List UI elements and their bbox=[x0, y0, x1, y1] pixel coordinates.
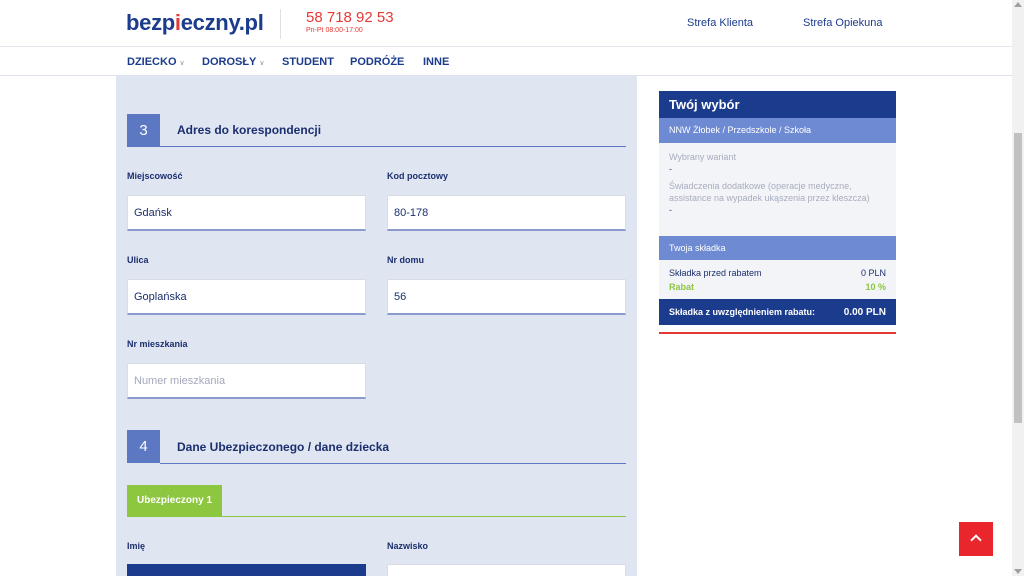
street-input[interactable] bbox=[127, 279, 366, 315]
section-title-address: Adres do korespondencji bbox=[177, 123, 322, 137]
summary-product: NNW Żłobek / Przedszkole / Szkoła bbox=[659, 118, 896, 143]
step-number-3: 3 bbox=[127, 114, 160, 147]
discount-row: Rabat 10 % bbox=[669, 280, 886, 294]
summary-details: Wybrany wariant - Świadczenia dodatkowe … bbox=[659, 143, 896, 236]
chevron-down-icon: ∨ bbox=[179, 60, 185, 67]
first-name-label: Imię bbox=[127, 541, 146, 551]
nav-label: DZIECKO bbox=[127, 56, 177, 68]
chevron-up-icon bbox=[970, 534, 982, 546]
scroll-down-arrow-icon[interactable] bbox=[1014, 569, 1022, 574]
nav-item-inne[interactable]: INNE bbox=[423, 56, 449, 68]
first-name-input[interactable] bbox=[127, 564, 366, 576]
last-name-label: Nazwisko bbox=[387, 541, 429, 551]
variant-value: - bbox=[669, 164, 672, 174]
house-number-label: Nr domu bbox=[387, 255, 424, 265]
office-hours: Pn-Pt 08:00-17:00 bbox=[306, 27, 363, 34]
chevron-down-icon: ∨ bbox=[259, 60, 265, 67]
tab-underline bbox=[127, 516, 626, 517]
client-zone-link[interactable]: Strefa Klienta bbox=[687, 17, 753, 29]
summary-divider bbox=[659, 332, 896, 334]
city-label: Miejscowość bbox=[127, 171, 183, 181]
house-number-input[interactable] bbox=[387, 279, 626, 315]
street-label: Ulica bbox=[127, 255, 149, 265]
apartment-label: Nr mieszkania bbox=[127, 339, 188, 349]
step-number-4: 4 bbox=[127, 430, 160, 463]
total-row: Składka z uwzględnieniem rabatu: 0.00 PL… bbox=[659, 299, 896, 325]
tab-insured-1[interactable]: Ubezpieczony 1 bbox=[127, 485, 222, 516]
extras-value: - bbox=[669, 205, 672, 215]
scrollbar[interactable] bbox=[1012, 0, 1024, 576]
discount-value: 10 % bbox=[865, 282, 886, 292]
total-label: Składka z uwzględnieniem rabatu: bbox=[669, 307, 816, 317]
section-title-insured: Dane Ubezpieczonego / dane dziecka bbox=[177, 440, 390, 454]
contact-block: 58 718 92 53 Pn-Pt 08:00-17:00 bbox=[280, 9, 394, 39]
section-divider bbox=[160, 463, 626, 464]
guardian-zone-link[interactable]: Strefa Opiekuna bbox=[803, 17, 883, 29]
section-divider bbox=[160, 146, 626, 147]
total-value: 0.00 PLN bbox=[843, 307, 886, 318]
apartment-input[interactable] bbox=[127, 363, 366, 399]
premium-header: Twoja składka bbox=[659, 236, 896, 260]
city-input[interactable] bbox=[127, 195, 366, 231]
extras-label: Świadczenia dodatkowe (operacje medyczne… bbox=[669, 181, 870, 203]
nav-item-podroze[interactable]: PODRÓŻE bbox=[350, 56, 404, 68]
summary-panel: Twój wybór NNW Żłobek / Przedszkole / Sz… bbox=[659, 91, 896, 334]
discount-label: Rabat bbox=[669, 282, 695, 292]
scrollbar-thumb[interactable] bbox=[1014, 133, 1022, 423]
nav-item-dziecko[interactable]: DZIECKO ∨ bbox=[127, 56, 185, 68]
logo[interactable]: bezpieczny.pl bbox=[126, 10, 264, 36]
phone-number[interactable]: 58 718 92 53 bbox=[306, 9, 394, 26]
before-discount-value: 0 PLN bbox=[860, 268, 886, 278]
top-header: bezpieczny.pl 58 718 92 53 Pn-Pt 08:00-1… bbox=[0, 0, 1012, 47]
back-to-top-button[interactable] bbox=[959, 522, 993, 556]
nav-item-dorosly[interactable]: DOROSŁY ∨ bbox=[202, 56, 265, 68]
main-nav: DZIECKO ∨ DOROSŁY ∨ STUDENT PODRÓŻE INNE bbox=[0, 47, 1012, 76]
scroll-up-arrow-icon[interactable] bbox=[1014, 2, 1022, 7]
variant-label: Wybrany wariant bbox=[669, 152, 736, 162]
nav-item-student[interactable]: STUDENT bbox=[282, 56, 334, 68]
postal-label: Kod pocztowy bbox=[387, 171, 448, 181]
last-name-input[interactable] bbox=[387, 564, 626, 576]
summary-title: Twój wybór bbox=[659, 91, 896, 118]
premium-rows: Składka przed rabatem 0 PLN Rabat 10 % bbox=[659, 260, 896, 299]
before-discount-row: Składka przed rabatem 0 PLN bbox=[669, 266, 886, 280]
before-discount-label: Składka przed rabatem bbox=[669, 268, 762, 278]
postal-code-input[interactable] bbox=[387, 195, 626, 231]
nav-label: DOROSŁY bbox=[202, 56, 257, 68]
